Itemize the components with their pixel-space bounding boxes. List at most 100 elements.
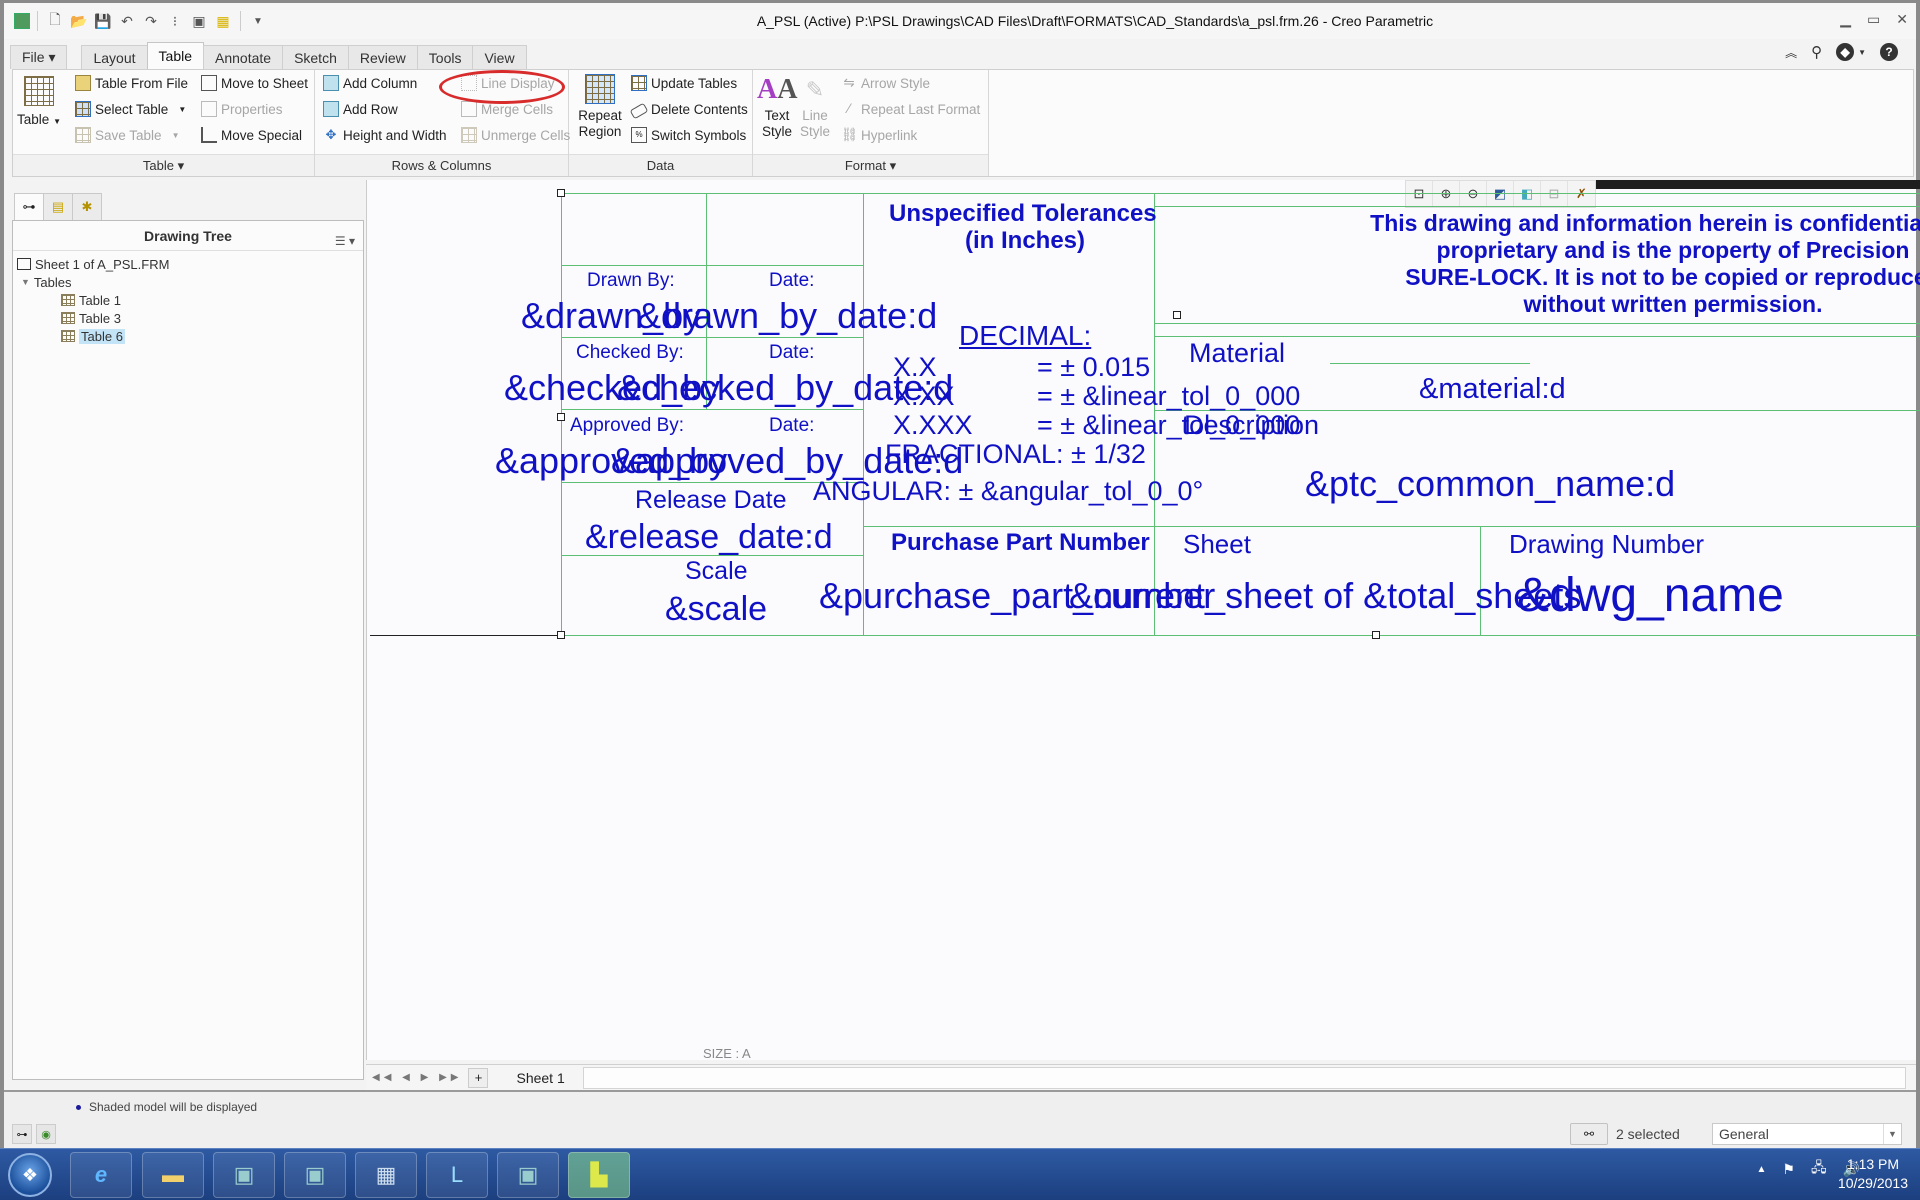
selection-filter-dropdown[interactable]: General ▼	[1712, 1123, 1902, 1145]
find-button[interactable]: ⚯	[1570, 1123, 1608, 1145]
tab-layout[interactable]: Layout	[81, 45, 148, 69]
repaint-icon[interactable]: ◩	[1487, 181, 1514, 207]
close-icon[interactable]: ✕	[1896, 11, 1908, 28]
hyperlink-button[interactable]: ⛓ Hyperlink	[841, 124, 917, 146]
line-display-button[interactable]: Line Display	[461, 72, 555, 94]
model-tree-tab[interactable]: ⊶	[14, 193, 44, 221]
add-column-button[interactable]: Add Column	[323, 72, 417, 94]
move-special-button[interactable]: Move Special	[201, 124, 302, 146]
selection-handle[interactable]	[557, 189, 565, 197]
drawing-canvas[interactable]: ⊡ ⊕ ⊖ ◩ ◧ ⊟ ✗	[366, 180, 1920, 1060]
table-from-file-button[interactable]: Table From File	[75, 72, 188, 94]
text-style-button[interactable]: AA Text Style	[757, 72, 797, 140]
select-table-button[interactable]: Select Table ▼	[75, 98, 186, 120]
sheet-tab[interactable]: Sheet 1	[504, 1070, 576, 1086]
taskbar-file-explorer[interactable]: ▬	[142, 1152, 204, 1198]
add-sheet-button[interactable]: +	[468, 1067, 489, 1088]
status-icons: ⊶ ◉	[12, 1124, 56, 1144]
taskbar-window-app-2[interactable]: ▣	[284, 1152, 346, 1198]
tree-settings-icon[interactable]: ☰ ▾	[335, 226, 355, 256]
selection-handle[interactable]	[557, 631, 565, 639]
tree-item-sheet[interactable]: Sheet 1 of A_PSL.FRM	[17, 255, 359, 273]
group-label-table[interactable]: Table ▾	[13, 154, 314, 176]
tab-file[interactable]: File ▾	[10, 45, 68, 69]
switch-symbols-button[interactable]: % Switch Symbols	[631, 124, 746, 146]
folder-browser-tab[interactable]: ▤	[43, 193, 73, 221]
navigator-toggle-icon[interactable]: ⊶	[12, 1124, 32, 1144]
tab-view[interactable]: View	[472, 45, 527, 69]
selection-handle[interactable]	[557, 413, 565, 421]
expand-arrow-icon[interactable]: ▼	[21, 277, 30, 287]
windows-logo-icon: ❖	[21, 1164, 39, 1185]
add-row-button[interactable]: Add Row	[323, 98, 398, 120]
zoom-out-icon[interactable]: ⊖	[1460, 181, 1487, 207]
network-icon[interactable]: 🖧	[1811, 1157, 1827, 1181]
favorites-tab[interactable]: ✱	[72, 193, 102, 221]
label: Table 1	[79, 292, 121, 308]
repeat-last-format-button[interactable]: ⁄ Repeat Last Format	[841, 98, 980, 120]
repeat-region-button[interactable]: Repeat Region	[575, 74, 625, 140]
delete-contents-button[interactable]: Delete Contents	[629, 98, 748, 120]
learning-connector-icon[interactable]: ◆	[1836, 43, 1855, 61]
release-date-param[interactable]: &release_date:d	[585, 518, 833, 557]
taskbar-creo-parametric[interactable]: ▙	[568, 1152, 630, 1198]
taskbar-window-app-1[interactable]: ▣	[213, 1152, 275, 1198]
common-name-param[interactable]: &ptc_common_name:d	[1305, 463, 1675, 505]
help-toolbar: ︽ ⚲ ◆ ▼ ?	[1785, 43, 1898, 61]
dropdown-icon[interactable]: ▼	[1858, 48, 1866, 57]
taskbar-internet-explorer[interactable]: e	[70, 1152, 132, 1198]
drawing-number-param[interactable]: &dwg_name	[1517, 568, 1784, 623]
tree-item-table-3[interactable]: Table 3	[17, 309, 359, 327]
zoom-in-icon[interactable]: ⊕	[1433, 181, 1460, 207]
merge-cells-button[interactable]: Merge Cells	[461, 98, 553, 120]
material-param[interactable]: &material:d	[1419, 373, 1566, 406]
refit-icon[interactable]: ⊡	[1406, 181, 1433, 207]
tree-item-table-6[interactable]: Table 6	[17, 327, 359, 345]
start-button[interactable]: ❖	[8, 1153, 52, 1197]
scale-param[interactable]: &scale	[665, 590, 767, 629]
update-tables-button[interactable]: Update Tables	[631, 72, 737, 94]
tab-tools[interactable]: Tools	[416, 45, 474, 69]
table-button[interactable]: Table ▼	[17, 76, 61, 130]
sheet-nav-arrows[interactable]: ◀◀ ◀ ▶ ▶▶	[372, 1072, 462, 1083]
height-and-width-button[interactable]: ✥ Height and Width	[323, 124, 447, 146]
taskbar-lync[interactable]: L	[426, 1152, 488, 1198]
restore-icon[interactable]: ▭	[1867, 11, 1880, 28]
tree-item-tables-folder[interactable]: ▼ Tables	[17, 273, 359, 291]
line-display-icon	[461, 75, 477, 91]
help-icon[interactable]: ?	[1880, 43, 1898, 61]
move-to-sheet-button[interactable]: Move to Sheet	[201, 72, 308, 94]
clock[interactable]: 1:13 PM 10/29/2013	[1838, 1155, 1908, 1193]
taskbar-calculator[interactable]: ▦	[355, 1152, 417, 1198]
browser-toggle-icon[interactable]: ◉	[36, 1124, 56, 1144]
arrow-style-button[interactable]: ⇋ Arrow Style	[841, 72, 930, 94]
display-style-icon[interactable]: ◧	[1514, 181, 1541, 207]
drawn-by-date-param[interactable]: &drawn_by_date:d	[637, 295, 937, 337]
tab-annotate[interactable]: Annotate	[203, 45, 284, 69]
unmerge-cells-button[interactable]: Unmerge Cells	[461, 124, 570, 146]
add-column-icon	[323, 75, 339, 91]
minimize-ribbon-icon[interactable]: ︽	[1785, 44, 1797, 61]
properties-button[interactable]: Properties	[201, 98, 283, 120]
group-label-format[interactable]: Format ▾	[753, 154, 988, 176]
tree-item-table-1[interactable]: Table 1	[17, 291, 359, 309]
minimize-icon[interactable]: ▁	[1840, 11, 1851, 28]
annotation-display-icon[interactable]: ⊟	[1541, 181, 1568, 207]
taskbar-window-app-3[interactable]: ▣	[497, 1152, 559, 1198]
search-icon[interactable]: ⚲	[1811, 43, 1822, 61]
line-style-button[interactable]: ✎ Line Style	[797, 72, 833, 140]
datum-display-icon[interactable]: ✗	[1568, 181, 1595, 207]
creo-window: 🗋 📂 💾 ↶ ↷ ⁝ ▣ ▦ ▼ A_PSL (Active) P:\PSL …	[0, 0, 1920, 1148]
tab-review[interactable]: Review	[347, 45, 418, 69]
label: Sheet 1 of A_PSL.FRM	[35, 256, 170, 272]
fractional-tolerance: FRACTIONAL: ± 1/32	[885, 439, 1146, 469]
save-table-button[interactable]: Save Table ▼	[75, 124, 179, 146]
tab-table[interactable]: Table	[146, 42, 204, 69]
text-style-icon: AA	[757, 74, 798, 105]
eraser-icon	[629, 102, 649, 119]
tab-sketch[interactable]: Sketch	[282, 45, 349, 69]
selection-handle[interactable]	[1372, 631, 1380, 639]
show-hidden-icons[interactable]: ▲	[1756, 1164, 1766, 1175]
sheet-param[interactable]: &current_sheet of &total_sheets	[1069, 575, 1581, 617]
action-center-flag-icon[interactable]: ⚑	[1782, 1161, 1795, 1178]
